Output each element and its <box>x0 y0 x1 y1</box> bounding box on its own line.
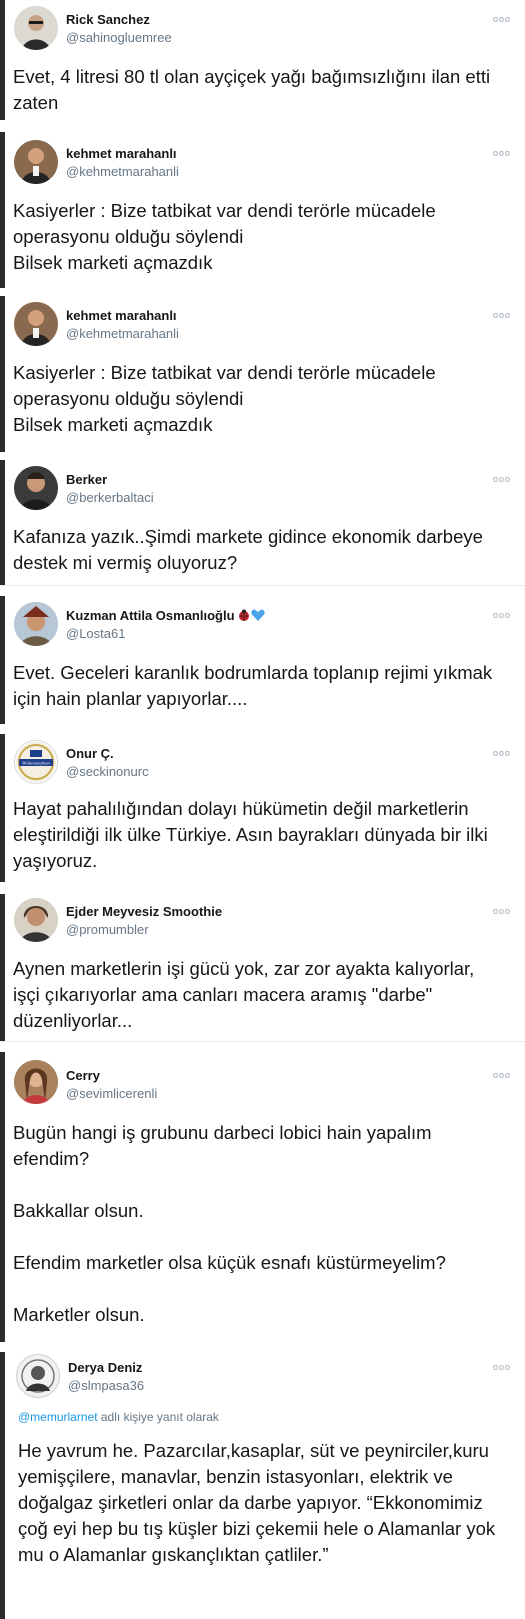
author-handle[interactable]: @slmpasa36 <box>68 1378 144 1393</box>
author-handle[interactable]: @seckinonurc <box>66 764 149 779</box>
left-border <box>0 0 5 120</box>
left-border <box>0 296 5 452</box>
more-options-icon[interactable]: ooo <box>493 14 511 24</box>
tweet-card[interactable]: Kuzman Attila Osmanlıoğlu @Losta61 ooo E… <box>0 596 525 724</box>
blue-heart-icon <box>250 609 265 621</box>
left-border <box>0 894 5 1042</box>
left-border <box>0 132 5 288</box>
author-name[interactable]: kehmet marahanlı <box>66 146 177 161</box>
more-options-icon[interactable]: ooo <box>493 474 511 484</box>
author-name-text: Kuzman Attila Osmanlıoğlu <box>66 608 235 623</box>
tweet-text: Kasiyerler : Bize tatbikat var dendi ter… <box>13 362 436 435</box>
author-name[interactable]: Derya Deniz <box>68 1360 142 1375</box>
author-name[interactable]: Rick Sanchez <box>66 12 150 27</box>
tweet-text: Aynen marketlerin işi gücü yok, zar zor … <box>13 958 475 1031</box>
tweet-text: Bugün hangi iş grubunu darbeci lobici ha… <box>13 1122 446 1325</box>
reply-mention-link[interactable]: @memurlarnet <box>18 1410 98 1424</box>
more-options-icon[interactable]: ooo <box>493 610 511 620</box>
more-options-icon[interactable]: ooo <box>493 1362 511 1372</box>
avatar[interactable] <box>14 6 58 50</box>
tweet-card[interactable]: kehmet marahanlı @kehmetmarahanli ooo Ka… <box>0 296 525 452</box>
left-border <box>0 460 5 586</box>
tweet-card[interactable]: kehmet marahanlı @kehmetmarahanli ooo Ka… <box>0 132 525 288</box>
author-name[interactable]: Ejder Meyvesiz Smoothie <box>66 904 222 919</box>
author-name[interactable]: kehmet marahanlı <box>66 308 177 323</box>
more-options-icon[interactable]: ooo <box>493 906 511 916</box>
ladybug-icon <box>238 609 249 621</box>
author-handle[interactable]: @Losta61 <box>66 626 125 641</box>
tweet-text: Evet. Geceleri karanlık bodrumlarda topl… <box>13 662 493 709</box>
more-options-icon[interactable]: ooo <box>493 1070 511 1080</box>
author-handle[interactable]: @berkerbaltaci <box>66 490 154 505</box>
avatar[interactable] <box>14 1060 58 1104</box>
tweet-card[interactable]: Cerry @sevimlicerenli ooo Bugün hangi iş… <box>0 1052 525 1342</box>
author-name[interactable]: Onur Ç. <box>66 746 114 761</box>
avatar[interactable] <box>14 140 58 184</box>
tweet-card[interactable]: Ejder Meyvesiz Smoothie @promumbler ooo … <box>0 894 525 1042</box>
left-border <box>0 1052 5 1342</box>
tweet-text: He yavrum he. Pazarcılar,kasaplar, süt v… <box>18 1440 496 1565</box>
more-options-icon[interactable]: ooo <box>493 748 511 758</box>
avatar[interactable]: Weihenstephan <box>14 740 58 784</box>
tweet-card[interactable]: Berker @berkerbaltaci ooo Kafanıza yazık… <box>0 460 525 586</box>
author-name[interactable]: Kuzman Attila Osmanlıoğlu <box>66 608 265 623</box>
divider <box>0 585 525 586</box>
author-handle[interactable]: @kehmetmarahanli <box>66 164 179 179</box>
tweet-feed: Rick Sanchez @sahinogluemree ooo Evet, 4… <box>0 0 525 1619</box>
author-handle[interactable]: @kehmetmarahanli <box>66 326 179 341</box>
reply-context: @memurlarnet adlı kişiye yanıt olarak <box>18 1410 219 1424</box>
tweet-text: Kafanıza yazık..Şimdi markete gidince ek… <box>13 526 483 573</box>
tweet-text: Evet, 4 litresi 80 tl olan ayçiçek yağı … <box>13 66 491 113</box>
tweet-card[interactable]: Rick Sanchez @sahinogluemree ooo Evet, 4… <box>0 0 525 120</box>
author-handle[interactable]: @promumbler <box>66 922 149 937</box>
avatar[interactable] <box>14 602 58 646</box>
author-handle[interactable]: @sahinogluemree <box>66 30 172 45</box>
avatar[interactable] <box>14 898 58 942</box>
author-handle[interactable]: @sevimlicerenli <box>66 1086 157 1101</box>
reply-context-text: adlı kişiye yanıt olarak <box>97 1410 219 1424</box>
left-border <box>0 596 5 724</box>
author-name[interactable]: Cerry <box>66 1068 100 1083</box>
avatar-logo-text: Weihenstephan <box>22 761 50 766</box>
author-name[interactable]: Berker <box>66 472 107 487</box>
divider <box>0 1041 525 1042</box>
more-options-icon[interactable]: ooo <box>493 148 511 158</box>
tweet-text: Hayat pahalılığından dolayı hükümetin de… <box>13 798 488 871</box>
avatar[interactable] <box>16 1354 60 1398</box>
tweet-card[interactable]: Derya Deniz @slmpasa36 ooo @memurlarnet … <box>0 1352 525 1619</box>
tweet-text: Kasiyerler : Bize tatbikat var dendi ter… <box>13 200 436 273</box>
more-options-icon[interactable]: ooo <box>493 310 511 320</box>
left-border <box>0 734 5 882</box>
avatar[interactable] <box>14 466 58 510</box>
tweet-card[interactable]: Weihenstephan Onur Ç. @seckinonurc ooo H… <box>0 734 525 882</box>
avatar[interactable] <box>14 302 58 346</box>
left-border <box>0 1352 5 1619</box>
